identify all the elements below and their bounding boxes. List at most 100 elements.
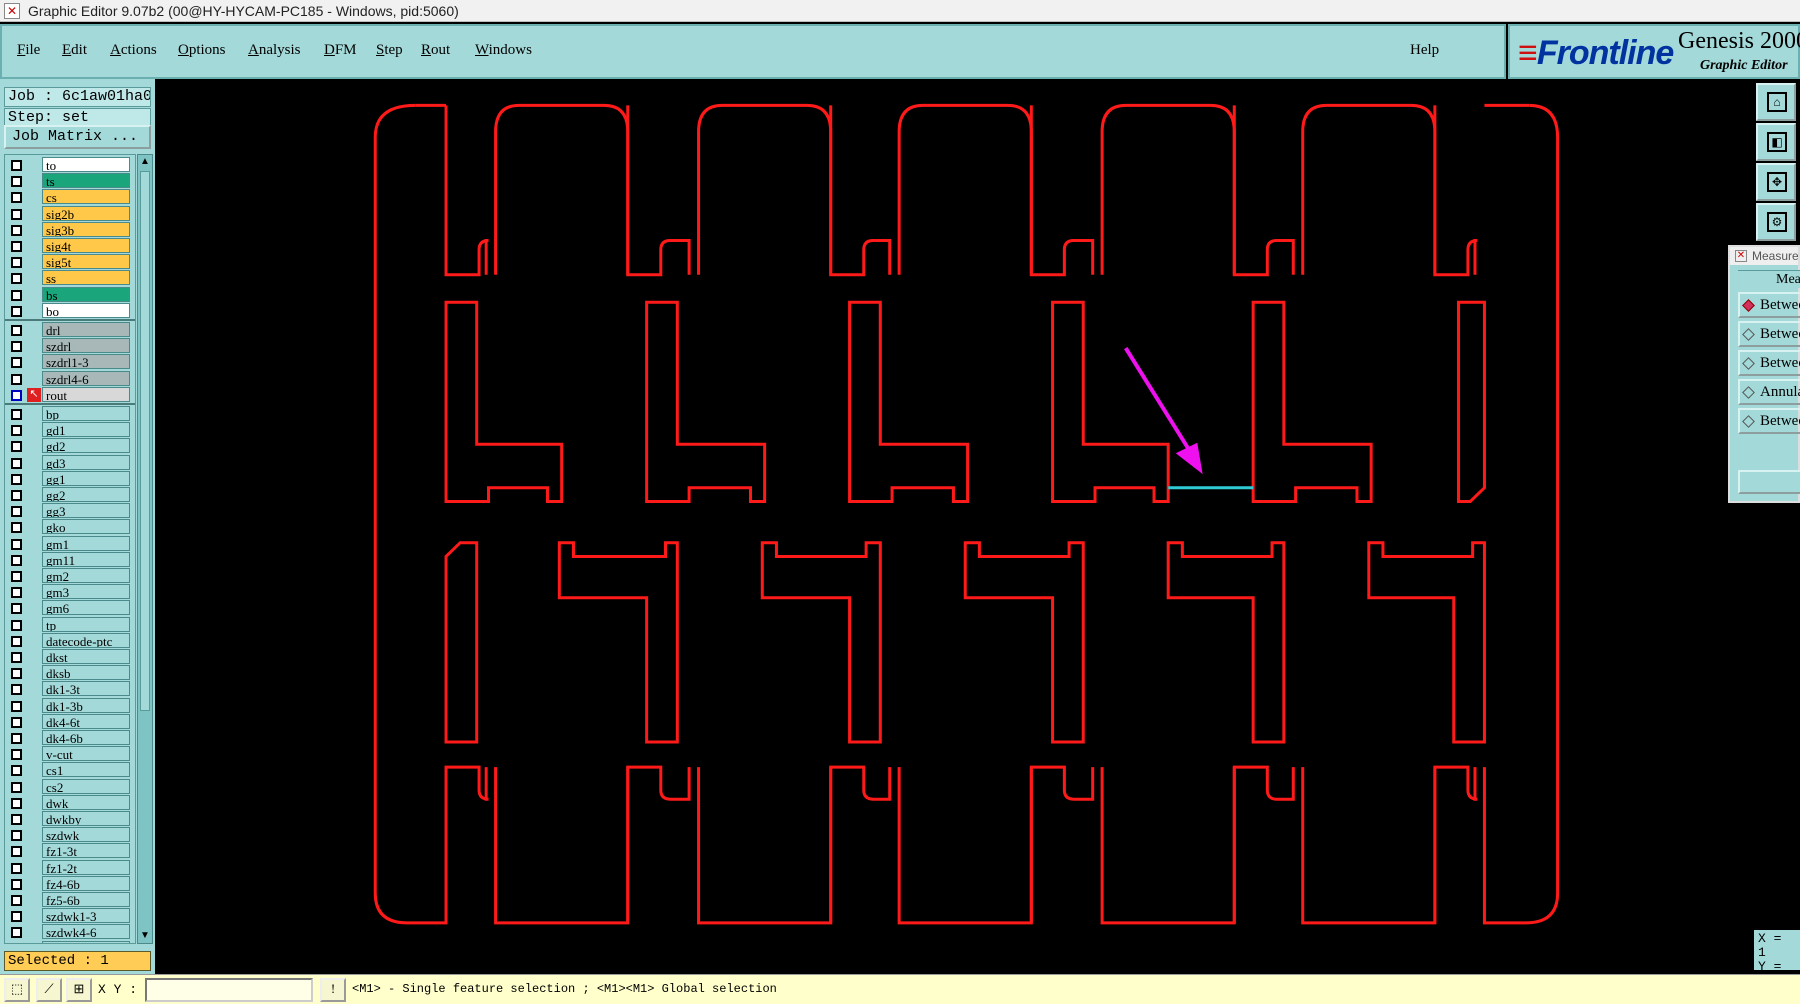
menu-step[interactable]: Step (376, 42, 403, 59)
layer-row-gd1[interactable]: gd1 (5, 422, 135, 438)
layer-row-gg1[interactable]: gg1 (5, 470, 135, 487)
layer-checkbox[interactable] (11, 733, 22, 744)
layer-checkbox[interactable] (11, 635, 22, 647)
layer-name[interactable]: cs1 (42, 762, 130, 778)
layer-name[interactable]: sig5t (42, 254, 130, 270)
menu-actions[interactable]: Actions (110, 42, 157, 59)
menu-analysis[interactable]: Analysis (248, 42, 301, 59)
layer-name[interactable]: fz1-3t (42, 843, 130, 859)
layer-row-szdrl4-6[interactable]: szdrl4-6 (5, 370, 135, 387)
job-matrix-button[interactable]: Job Matrix ... (4, 125, 151, 149)
layer-checkbox[interactable] (11, 176, 22, 188)
layer-row-gm1[interactable]: gm1 (5, 535, 135, 552)
layer-row-gm2[interactable]: gm2 (5, 568, 135, 584)
layer-name[interactable]: gd1 (42, 422, 130, 438)
layer-row-gd3[interactable]: gd3 (5, 454, 135, 471)
layer-checkbox[interactable] (11, 554, 22, 566)
layer-checkbox[interactable] (11, 587, 22, 599)
layer-name[interactable]: gm2 (42, 568, 130, 583)
layer-name[interactable]: szdrl4-6 (42, 370, 130, 386)
layer-name[interactable]: ts (42, 173, 130, 189)
menu-edit[interactable]: Edit (62, 42, 87, 59)
layer-checkbox[interactable] (11, 357, 22, 369)
layer-checkbox[interactable] (11, 473, 22, 485)
layer-row-sig3b[interactable]: sig3b (5, 221, 135, 238)
layer-name[interactable]: gd3 (42, 454, 130, 470)
layer-row-szdwk1-3[interactable]: szdwk1-3 (5, 908, 135, 924)
measure-option[interactable]: Between (1738, 350, 1800, 376)
layer-name[interactable]: to (42, 157, 130, 172)
layer-checkbox[interactable] (11, 797, 22, 809)
layer-row-bo[interactable]: bo (5, 302, 135, 319)
layer-name[interactable]: szdwk (42, 827, 130, 843)
info-button[interactable]: ! (320, 978, 346, 1002)
layer-checkbox[interactable] (11, 389, 22, 401)
layer-row-fz5-6b[interactable]: fz5-6b (5, 892, 135, 908)
layer-row-drl[interactable]: drl (5, 322, 135, 338)
layer-checkbox[interactable] (11, 289, 22, 301)
layer-name[interactable]: v-cut (42, 746, 130, 762)
measure-option[interactable]: Annular (1738, 379, 1800, 405)
layer-name[interactable]: tp (42, 616, 130, 632)
layer-row-bp[interactable]: bp (5, 406, 135, 422)
measure-option[interactable]: Between (1738, 321, 1800, 347)
layer-row-fz4-6b[interactable]: fz4-6b (5, 875, 135, 892)
layer-name[interactable]: gg3 (42, 503, 130, 519)
layer-checkbox[interactable] (11, 684, 22, 696)
layer-name[interactable]: bo (42, 302, 130, 318)
layer-row-szdwk[interactable]: szdwk (5, 827, 135, 843)
measure-option[interactable]: Between (1738, 292, 1800, 318)
layer-name[interactable]: sig2b (42, 205, 130, 221)
layer-checkbox[interactable] (11, 862, 22, 874)
layer-name[interactable]: dk1-3b (42, 697, 130, 713)
measure-mode-button[interactable]: ⟋ (36, 978, 62, 1002)
menu-options[interactable]: Options (178, 42, 226, 59)
layer-name[interactable]: szdwk1-3 (42, 908, 130, 924)
layer-checkbox[interactable] (11, 506, 22, 518)
menu-windows[interactable]: Windows (475, 42, 532, 59)
layer-name[interactable]: fz1-2t (42, 859, 130, 875)
layer-row-gd2[interactable]: gd2 (5, 438, 135, 454)
layer-row-dk1-3t[interactable]: dk1-3t (5, 681, 135, 697)
layer-scrollbar[interactable]: ▲ ▼ (137, 154, 153, 944)
layer-checkbox[interactable] (11, 457, 22, 469)
layer-checkbox[interactable] (11, 911, 22, 923)
measure-apply-button[interactable] (1738, 470, 1800, 494)
layer-checkbox[interactable] (11, 895, 22, 906)
layer-checkbox[interactable] (11, 619, 22, 631)
layer-row-gg3[interactable]: gg3 (5, 503, 135, 519)
layer-row-dk1-3b[interactable]: dk1-3b (5, 697, 135, 714)
layer-row-szdwk4-6[interactable]: szdwk4-6 (5, 924, 135, 940)
layer-row-dk4-6b[interactable]: dk4-6b (5, 730, 135, 746)
layer-name[interactable]: szdrl (42, 338, 130, 354)
layer-name[interactable]: gg1 (42, 470, 130, 486)
layer-name[interactable]: gm3 (42, 584, 130, 600)
layer-row-gg2[interactable]: gg2 (5, 487, 135, 503)
layer-checkbox[interactable] (11, 425, 22, 437)
layer-name[interactable]: sig4t (42, 238, 130, 253)
layer-checkbox[interactable] (11, 341, 22, 353)
layer-row-sig4t[interactable]: sig4t (5, 238, 135, 254)
layer-name[interactable]: bp (42, 406, 130, 421)
layer-name[interactable]: gg2 (42, 487, 130, 502)
layer-row-bs[interactable]: bs (5, 286, 135, 303)
layer-name[interactable]: szdwk4-6 (42, 924, 130, 940)
menu-dfm[interactable]: DFM (324, 42, 357, 59)
layer-checkbox[interactable] (11, 749, 22, 761)
layer-row-gko[interactable]: gko (5, 519, 135, 535)
layer-name[interactable]: dk4-6t (42, 713, 130, 729)
layer-checkbox[interactable] (11, 571, 22, 582)
layer-checkbox[interactable] (11, 192, 22, 204)
layer-row-rout[interactable]: ↖ rout (5, 386, 135, 403)
layer-name[interactable]: biaozhu (42, 940, 130, 943)
layer-checkbox[interactable] (11, 781, 22, 793)
layer-name[interactable]: gm1 (42, 535, 130, 551)
layer-row-szdrl[interactable]: szdrl (5, 338, 135, 354)
layer-name[interactable]: gko (42, 519, 130, 535)
layer-name[interactable]: dksb (42, 665, 130, 681)
layer-checkbox[interactable] (11, 273, 22, 285)
layer-row-dwkby[interactable]: dwkby (5, 811, 135, 827)
layer-name[interactable]: drl (42, 322, 130, 337)
scroll-up-icon[interactable]: ▲ (139, 156, 151, 168)
layer-name[interactable]: dkst (42, 649, 130, 664)
